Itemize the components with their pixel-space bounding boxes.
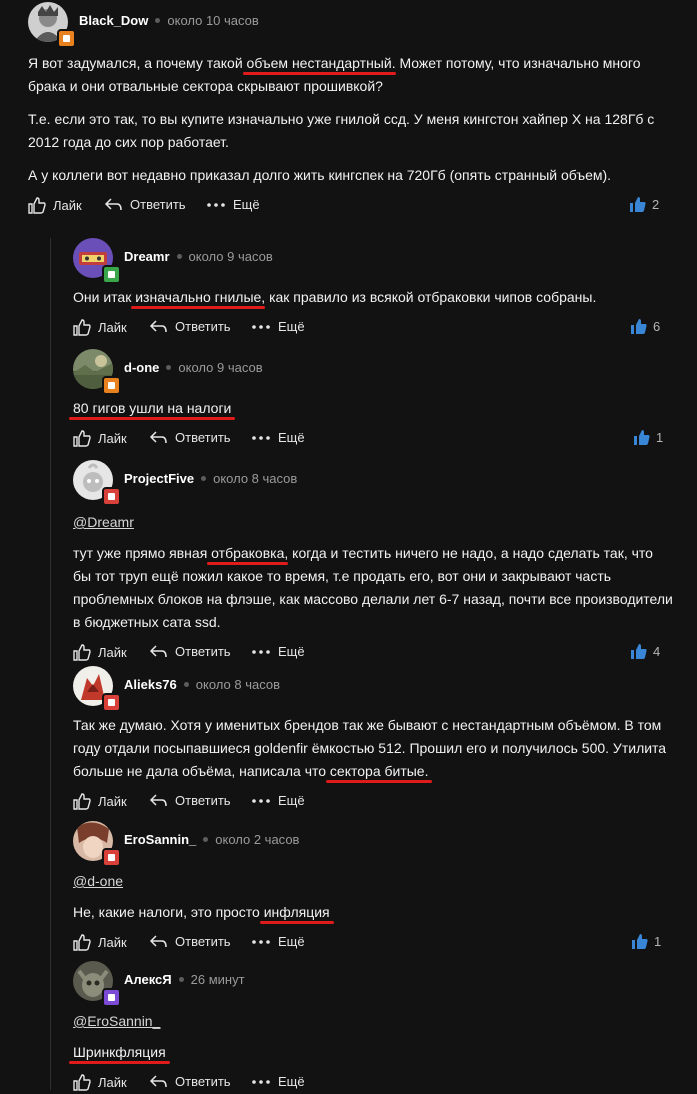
like-button[interactable]: Лайк <box>73 793 127 810</box>
comment-text: Шринкфляция <box>73 1041 673 1064</box>
like-button[interactable]: Лайк <box>73 319 127 336</box>
dots-icon <box>207 202 225 207</box>
thumbs-up-icon <box>73 319 91 336</box>
thread-line <box>50 238 51 1090</box>
reply-arrow-icon <box>149 935 167 948</box>
comment-time: около 10 часов <box>167 13 259 28</box>
reply-arrow-icon <box>149 794 167 807</box>
user-level-badge <box>102 848 121 867</box>
comment-time: 26 минут <box>190 972 245 987</box>
reply-arrow-icon <box>104 198 122 211</box>
user-level-badge <box>102 265 121 284</box>
author-name[interactable]: d-one <box>124 360 159 375</box>
comment-text: Я вот задумался, а почему такой объем не… <box>28 55 655 183</box>
reply-button[interactable]: Ответить <box>149 430 231 445</box>
dots-icon <box>252 939 270 944</box>
comment: Alieks76 около 8 часов Так же думаю. Хотя… <box>73 666 673 813</box>
like-button[interactable]: Лайк <box>28 197 82 214</box>
reply-button[interactable]: Ответить <box>149 319 231 334</box>
comment-time: около 9 часов <box>188 249 273 264</box>
more-button[interactable]: Ещё <box>206 197 260 212</box>
thumbs-up-icon <box>28 197 46 214</box>
like-button[interactable]: Лайк <box>73 1074 127 1091</box>
highlight-underline: сектора битые. <box>329 763 429 779</box>
highlight-underline: 80 гигов ушли на налоги <box>73 400 232 416</box>
user-level-badge <box>102 487 121 506</box>
likes-count: 6 <box>631 319 660 334</box>
user-level-badge <box>57 29 76 48</box>
more-button[interactable]: Ещё <box>251 319 305 334</box>
thumbs-up-icon <box>634 430 650 445</box>
like-button[interactable]: Лайк <box>73 430 127 447</box>
comment-text: 80 гигов ушли на налоги <box>73 397 673 420</box>
user-level-badge <box>102 988 121 1007</box>
thumbs-up-icon <box>73 793 91 810</box>
comment-time: около 2 часов <box>215 832 300 847</box>
user-level-badge <box>102 376 121 395</box>
comment: EroSannin_ около 2 часов @d-one Не, какие… <box>73 821 673 954</box>
mention-link[interactable]: @d-one <box>73 871 673 891</box>
thumbs-up-icon <box>73 430 91 447</box>
likes-count: 2 <box>630 197 659 212</box>
reply-button[interactable]: Ответить <box>149 1074 231 1089</box>
thumbs-up-icon <box>73 644 91 661</box>
comment-text: тут уже прямо явная отбраковка, когда и … <box>73 545 673 630</box>
highlight-underline: объем нестандартный <box>246 55 392 71</box>
reply-button[interactable]: Ответить <box>149 644 231 659</box>
author-name[interactable]: ProjectFive <box>124 471 194 486</box>
comment: АлексЯ 26 минут @EroSannin_ Шринкфляция Л… <box>73 961 673 1094</box>
comment-time: около 8 часов <box>213 471 298 486</box>
highlight-underline: инфляция <box>263 904 330 920</box>
highlight-underline: отбраковка <box>211 545 285 561</box>
author-name[interactable]: АлексЯ <box>124 972 172 987</box>
thumbs-up-icon <box>73 1074 91 1091</box>
comment-text: Так же думаю. Хотя у именитых брендов та… <box>73 717 667 779</box>
user-level-badge <box>102 693 121 712</box>
dots-icon <box>252 435 270 440</box>
more-button[interactable]: Ещё <box>251 1074 305 1089</box>
more-button[interactable]: Ещё <box>251 793 305 808</box>
dots-icon <box>252 649 270 654</box>
comment: ProjectFive около 8 часов @Dreamr тут уже… <box>73 460 673 664</box>
comment-text: Они итак изначально гнилые, как правило … <box>73 289 597 305</box>
thumbs-up-icon <box>631 319 647 334</box>
reply-button[interactable]: Ответить <box>149 934 231 949</box>
comment: Dreamr около 9 часов Они итак изначально … <box>73 238 673 339</box>
comment-time: около 8 часов <box>195 677 280 692</box>
mention-link[interactable]: @EroSannin_ <box>73 1011 673 1031</box>
reply-arrow-icon <box>149 320 167 333</box>
highlight-underline: изначально гнилые <box>135 289 262 305</box>
author-name[interactable]: EroSannin_ <box>124 832 196 847</box>
comment: Black_Dow около 10 часов Я вот задумался,… <box>28 2 668 217</box>
comment-time: около 9 часов <box>178 360 263 375</box>
reply-arrow-icon <box>149 431 167 444</box>
like-button[interactable]: Лайк <box>73 644 127 661</box>
reply-button[interactable]: Ответить <box>104 197 186 212</box>
comment: d-one около 9 часов 80 гигов ушли на нало… <box>73 349 673 450</box>
mention-link[interactable]: @Dreamr <box>73 512 673 532</box>
thumbs-up-icon <box>73 934 91 951</box>
thumbs-up-icon <box>632 934 648 949</box>
dots-icon <box>252 324 270 329</box>
comment-text: Не, какие налоги, это просто инфляция <box>73 904 330 920</box>
likes-count: 1 <box>634 430 663 445</box>
reply-button[interactable]: Ответить <box>149 793 231 808</box>
author-name[interactable]: Dreamr <box>124 249 170 264</box>
more-button[interactable]: Ещё <box>251 644 305 659</box>
dots-icon <box>252 798 270 803</box>
likes-count: 4 <box>631 644 660 659</box>
author-name[interactable]: Alieks76 <box>124 677 177 692</box>
thumbs-up-icon <box>630 197 646 212</box>
likes-count: 1 <box>632 934 661 949</box>
like-button[interactable]: Лайк <box>73 934 127 951</box>
author-name[interactable]: Black_Dow <box>79 13 148 28</box>
more-button[interactable]: Ещё <box>251 934 305 949</box>
reply-arrow-icon <box>149 645 167 658</box>
more-button[interactable]: Ещё <box>251 430 305 445</box>
thumbs-up-icon <box>631 644 647 659</box>
dots-icon <box>252 1079 270 1084</box>
highlight-underline: Шринкфляция <box>73 1044 166 1060</box>
reply-arrow-icon <box>149 1075 167 1088</box>
